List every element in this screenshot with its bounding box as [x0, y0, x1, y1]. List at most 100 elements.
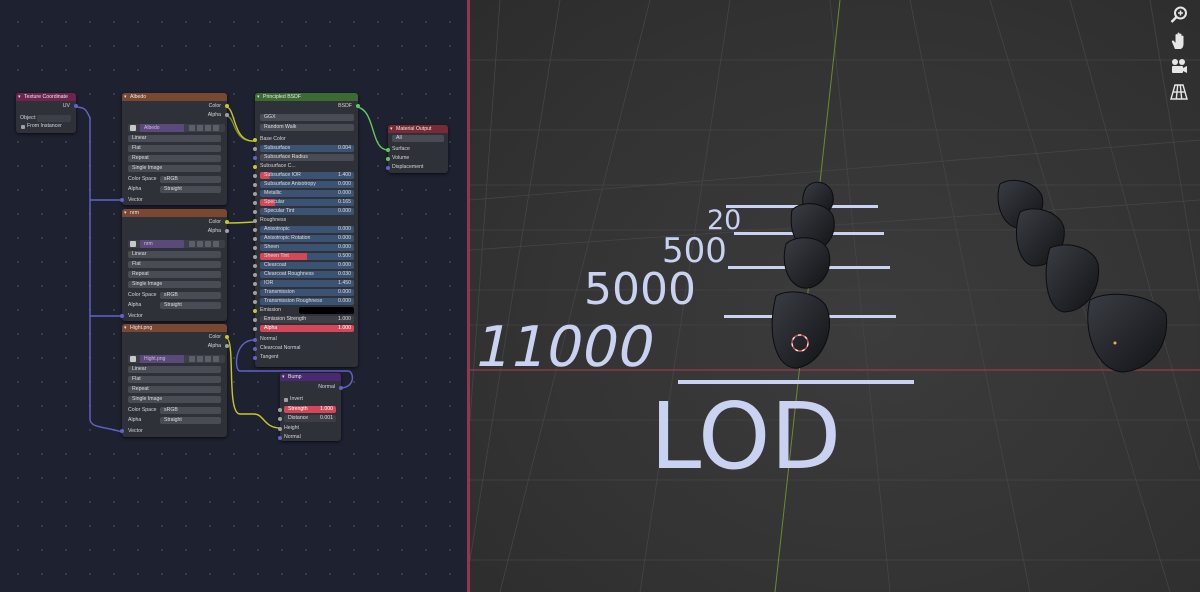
socket-clearcoat-normal[interactable] [253, 347, 257, 351]
socket-surface[interactable] [386, 148, 390, 152]
socket-color[interactable] [225, 104, 229, 108]
color-space-select[interactable]: sRGB [160, 176, 221, 183]
image-selector[interactable]: nrm [128, 240, 225, 248]
socket-clearcoat-roughness[interactable] [253, 273, 257, 277]
folder-icon[interactable] [205, 356, 211, 362]
subsurface-radius-field[interactable]: Subsurface Radius [260, 154, 354, 161]
duplicate-icon[interactable] [197, 356, 203, 362]
socket-displacement[interactable] [386, 166, 390, 170]
socket-vector[interactable] [120, 429, 124, 433]
invert-checkbox[interactable] [284, 398, 288, 402]
socket-specular-tint[interactable] [253, 210, 257, 214]
zoom-icon[interactable] [1168, 4, 1190, 26]
duplicate-icon[interactable] [197, 125, 203, 131]
socket-alpha[interactable] [225, 229, 229, 233]
close-icon[interactable] [213, 241, 219, 247]
socket-clearcoat[interactable] [253, 264, 257, 268]
socket-subsurface-color[interactable] [253, 165, 257, 169]
from-instancer-checkbox[interactable] [21, 125, 25, 129]
fake-user-icon[interactable] [189, 241, 195, 247]
sheen-tint-slider[interactable]: Sheen Tint 0.500 [260, 253, 354, 260]
socket-normal-in[interactable] [278, 436, 282, 440]
close-icon[interactable] [213, 356, 219, 362]
socket-tangent[interactable] [253, 356, 257, 360]
distance-field[interactable]: Distance 0.001 [284, 415, 336, 422]
specular-slider[interactable]: Specular 0.165 [260, 199, 354, 206]
sheen-slider[interactable]: Sheen 0.000 [260, 244, 354, 251]
socket-color[interactable] [225, 335, 229, 339]
source-select[interactable]: Single Image [128, 165, 221, 172]
socket-emission[interactable] [253, 309, 257, 313]
source-select[interactable]: Single Image [128, 281, 221, 288]
object-field[interactable] [37, 115, 71, 122]
socket-subsurface-radius[interactable] [253, 156, 257, 160]
socket-strength[interactable] [278, 408, 282, 412]
strength-slider[interactable]: Strength 1.000 [284, 406, 336, 413]
socket-metallic[interactable] [253, 192, 257, 196]
subsurface-slider[interactable]: Subsurface 0.004 [260, 145, 354, 152]
fake-user-icon[interactable] [189, 125, 195, 131]
socket-emission-strength[interactable] [253, 318, 257, 322]
grid-perspective-icon[interactable] [1168, 81, 1190, 103]
subsurface-anisotropy-slider[interactable]: Subsurface Anisotropy 0.000 [260, 181, 354, 188]
image-selector[interactable]: Hight.png [128, 355, 225, 363]
socket-anisotropic-rotation[interactable] [253, 237, 257, 241]
socket-ior[interactable] [253, 282, 257, 286]
socket-bsdf[interactable] [356, 104, 360, 108]
socket-normal[interactable] [253, 338, 257, 342]
socket-subsurface[interactable] [253, 147, 257, 151]
alpha-select[interactable]: Straight [160, 186, 221, 193]
extension-select[interactable]: Repeat [128, 386, 221, 393]
fake-user-icon[interactable] [189, 356, 195, 362]
socket-specular[interactable] [253, 201, 257, 205]
socket-alpha[interactable] [225, 344, 229, 348]
emission-color-swatch[interactable] [299, 307, 354, 314]
specular-tint-slider[interactable]: Specular Tint 0.000 [260, 208, 354, 215]
folder-icon[interactable] [205, 241, 211, 247]
socket-transmission-roughness[interactable] [253, 300, 257, 304]
socket-vector[interactable] [120, 198, 124, 202]
distribution-select[interactable]: GGX [260, 114, 354, 121]
socket-uv[interactable] [74, 104, 78, 108]
viewport-3d[interactable]: 20 500 5000 11000 LOD [470, 0, 1200, 592]
anisotropic-slider[interactable]: Anisotropic 0.000 [260, 226, 354, 233]
alpha-select[interactable]: Straight [160, 302, 221, 309]
socket-alpha[interactable] [225, 113, 229, 117]
socket-vector[interactable] [120, 314, 124, 318]
socket-anisotropic[interactable] [253, 228, 257, 232]
interpolation-select[interactable]: Linear [128, 135, 221, 142]
interpolation-select[interactable]: Linear [128, 251, 221, 258]
color-space-select[interactable]: sRGB [160, 407, 221, 414]
emission-strength-field[interactable]: Emission Strength 1.000 [260, 316, 354, 323]
transmission-roughness-slider[interactable]: Transmission Roughness 0.000 [260, 298, 354, 305]
node-principled-bsdf[interactable]: Principled BSDF BSDF GGX Random Walk Bas… [253, 93, 360, 367]
clearcoat-roughness-slider[interactable]: Clearcoat Roughness 0.030 [260, 271, 354, 278]
color-space-select[interactable]: sRGB [160, 292, 221, 299]
socket-volume[interactable] [386, 157, 390, 161]
socket-alpha[interactable] [253, 327, 257, 331]
node-image-hight[interactable]: Hight.png Color Alpha Hight.png Linear F… [120, 324, 229, 437]
ior-slider[interactable]: IOR 1.450 [260, 280, 354, 287]
projection-select[interactable]: Flat [128, 376, 221, 383]
target-select[interactable]: All [392, 135, 444, 142]
node-material-output[interactable]: Material Output All Surface Volume Displ… [386, 125, 448, 173]
subsurface-method-select[interactable]: Random Walk [260, 124, 354, 131]
metallic-slider[interactable]: Metallic 0.000 [260, 190, 354, 197]
close-icon[interactable] [213, 125, 219, 131]
duplicate-icon[interactable] [197, 241, 203, 247]
folder-icon[interactable] [205, 125, 211, 131]
socket-color[interactable] [225, 220, 229, 224]
node-bump[interactable]: Bump Normal Invert Strength 1.000 Distanc… [278, 373, 343, 441]
transmission-slider[interactable]: Transmission 0.000 [260, 289, 354, 296]
extension-select[interactable]: Repeat [128, 271, 221, 278]
socket-height[interactable] [278, 427, 282, 431]
projection-select[interactable]: Flat [128, 145, 221, 152]
subsurface-ior-slider[interactable]: Subsurface IOR 1.400 [260, 172, 354, 179]
hand-pan-icon[interactable] [1168, 30, 1190, 52]
socket-transmission[interactable] [253, 291, 257, 295]
node-texture-coordinate[interactable]: Texture Coordinate UV Object: From Insta… [16, 93, 78, 133]
node-image-albedo[interactable]: Albedo Color Alpha Albedo Linear Flat Re… [120, 93, 229, 205]
clearcoat-slider[interactable]: Clearcoat 0.000 [260, 262, 354, 269]
node-image-nrm[interactable]: nrm Color Alpha nrm Linear Flat Repeat S… [120, 209, 229, 321]
source-select[interactable]: Single Image [128, 396, 221, 403]
